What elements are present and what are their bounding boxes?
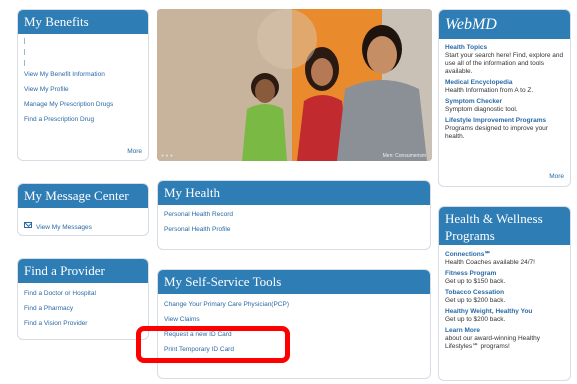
change-pcp-link[interactable]: Change Your Primary Care Physician(PCP) — [164, 301, 430, 309]
message-center-title: My Message Center — [18, 184, 148, 208]
lifestyle-programs-link[interactable]: Lifestyle Improvement Programs — [445, 117, 564, 125]
find-prescription-link[interactable]: Find a Prescription Drug — [24, 116, 148, 124]
tobacco-cessation-link[interactable]: Tobacco Cessation — [445, 289, 564, 297]
wellness-item: Connections℠ Health Coaches available 24… — [439, 251, 570, 267]
my-benefits-panel: My Benefits View My Benefit Information … — [17, 9, 149, 161]
view-messages-link[interactable]: View My Messages — [36, 224, 92, 231]
my-health-title: My Health — [158, 181, 430, 205]
wellness-title: Health & Wellness Programs — [439, 207, 570, 245]
webmd-more-link[interactable]: More — [549, 173, 564, 180]
health-topics-link[interactable]: Health Topics — [445, 44, 564, 52]
personal-health-profile-link[interactable]: Personal Health Profile — [164, 226, 430, 234]
webmd-item: Lifestyle Improvement Programs Programs … — [439, 117, 570, 141]
learn-more-link[interactable]: Learn More — [445, 327, 564, 335]
find-pharmacy-link[interactable]: Find a Pharmacy — [24, 305, 148, 313]
wellness-item: Healthy Weight, Healthy You Get up to $2… — [439, 308, 570, 324]
my-benefits-title: My Benefits — [18, 10, 148, 34]
webmd-item: Health Topics Start your search here! Fi… — [445, 44, 564, 75]
my-health-panel: My Health Personal Health Record Persona… — [157, 180, 431, 250]
benefits-more-link[interactable]: More — [127, 148, 142, 155]
healthy-weight-link[interactable]: Healthy Weight, Healthy You — [445, 308, 564, 316]
webmd-item: Medical Encyclopedia Health Information … — [439, 79, 570, 95]
find-vision-provider-link[interactable]: Find a Vision Provider — [24, 320, 148, 328]
hero-image: ● ● ● Men: Consumerism — [157, 9, 432, 161]
medical-encyclopedia-link[interactable]: Medical Encyclopedia — [445, 79, 564, 87]
connections-link[interactable]: Connections℠ — [445, 251, 564, 259]
fitness-program-link[interactable]: Fitness Program — [445, 270, 564, 278]
find-provider-title: Find a Provider — [18, 259, 148, 283]
wellness-item: Learn More about our award-winning Healt… — [439, 327, 570, 351]
view-claims-link[interactable]: View Claims — [164, 316, 430, 324]
webmd-logo: WebMD — [439, 10, 570, 39]
view-benefit-info-link[interactable]: View My Benefit Information — [24, 71, 148, 79]
highlight-box — [136, 326, 290, 363]
webmd-item: Symptom Checker Symptom diagnostic tool. — [439, 98, 570, 114]
wellness-item: Fitness Program Get up to $150 back. — [439, 270, 570, 286]
hero-photo — [157, 9, 432, 161]
benefits-bullets — [18, 34, 148, 66]
mail-icon — [24, 221, 32, 228]
find-provider-panel: Find a Provider Find a Doctor or Hospita… — [17, 258, 149, 340]
hero-credit: Men: Consumerism — [382, 153, 426, 159]
carousel-dots[interactable]: ● ● ● — [161, 153, 173, 159]
wellness-panel: Health & Wellness Programs Connections℠ … — [438, 206, 571, 381]
personal-health-record-link[interactable]: Personal Health Record — [164, 211, 430, 219]
self-service-title: My Self-Service Tools — [158, 270, 430, 294]
manage-prescriptions-link[interactable]: Manage My Prescription Drugs — [24, 101, 148, 109]
view-profile-link[interactable]: View My Profile — [24, 86, 148, 94]
wellness-item: Tobacco Cessation Get up to $200 back. — [439, 289, 570, 305]
symptom-checker-link[interactable]: Symptom Checker — [445, 98, 564, 106]
message-center-panel: My Message Center View My Messages — [17, 183, 149, 236]
webmd-panel: WebMD Health Topics Start your search he… — [438, 9, 571, 187]
find-doctor-link[interactable]: Find a Doctor or Hospital — [24, 290, 148, 298]
